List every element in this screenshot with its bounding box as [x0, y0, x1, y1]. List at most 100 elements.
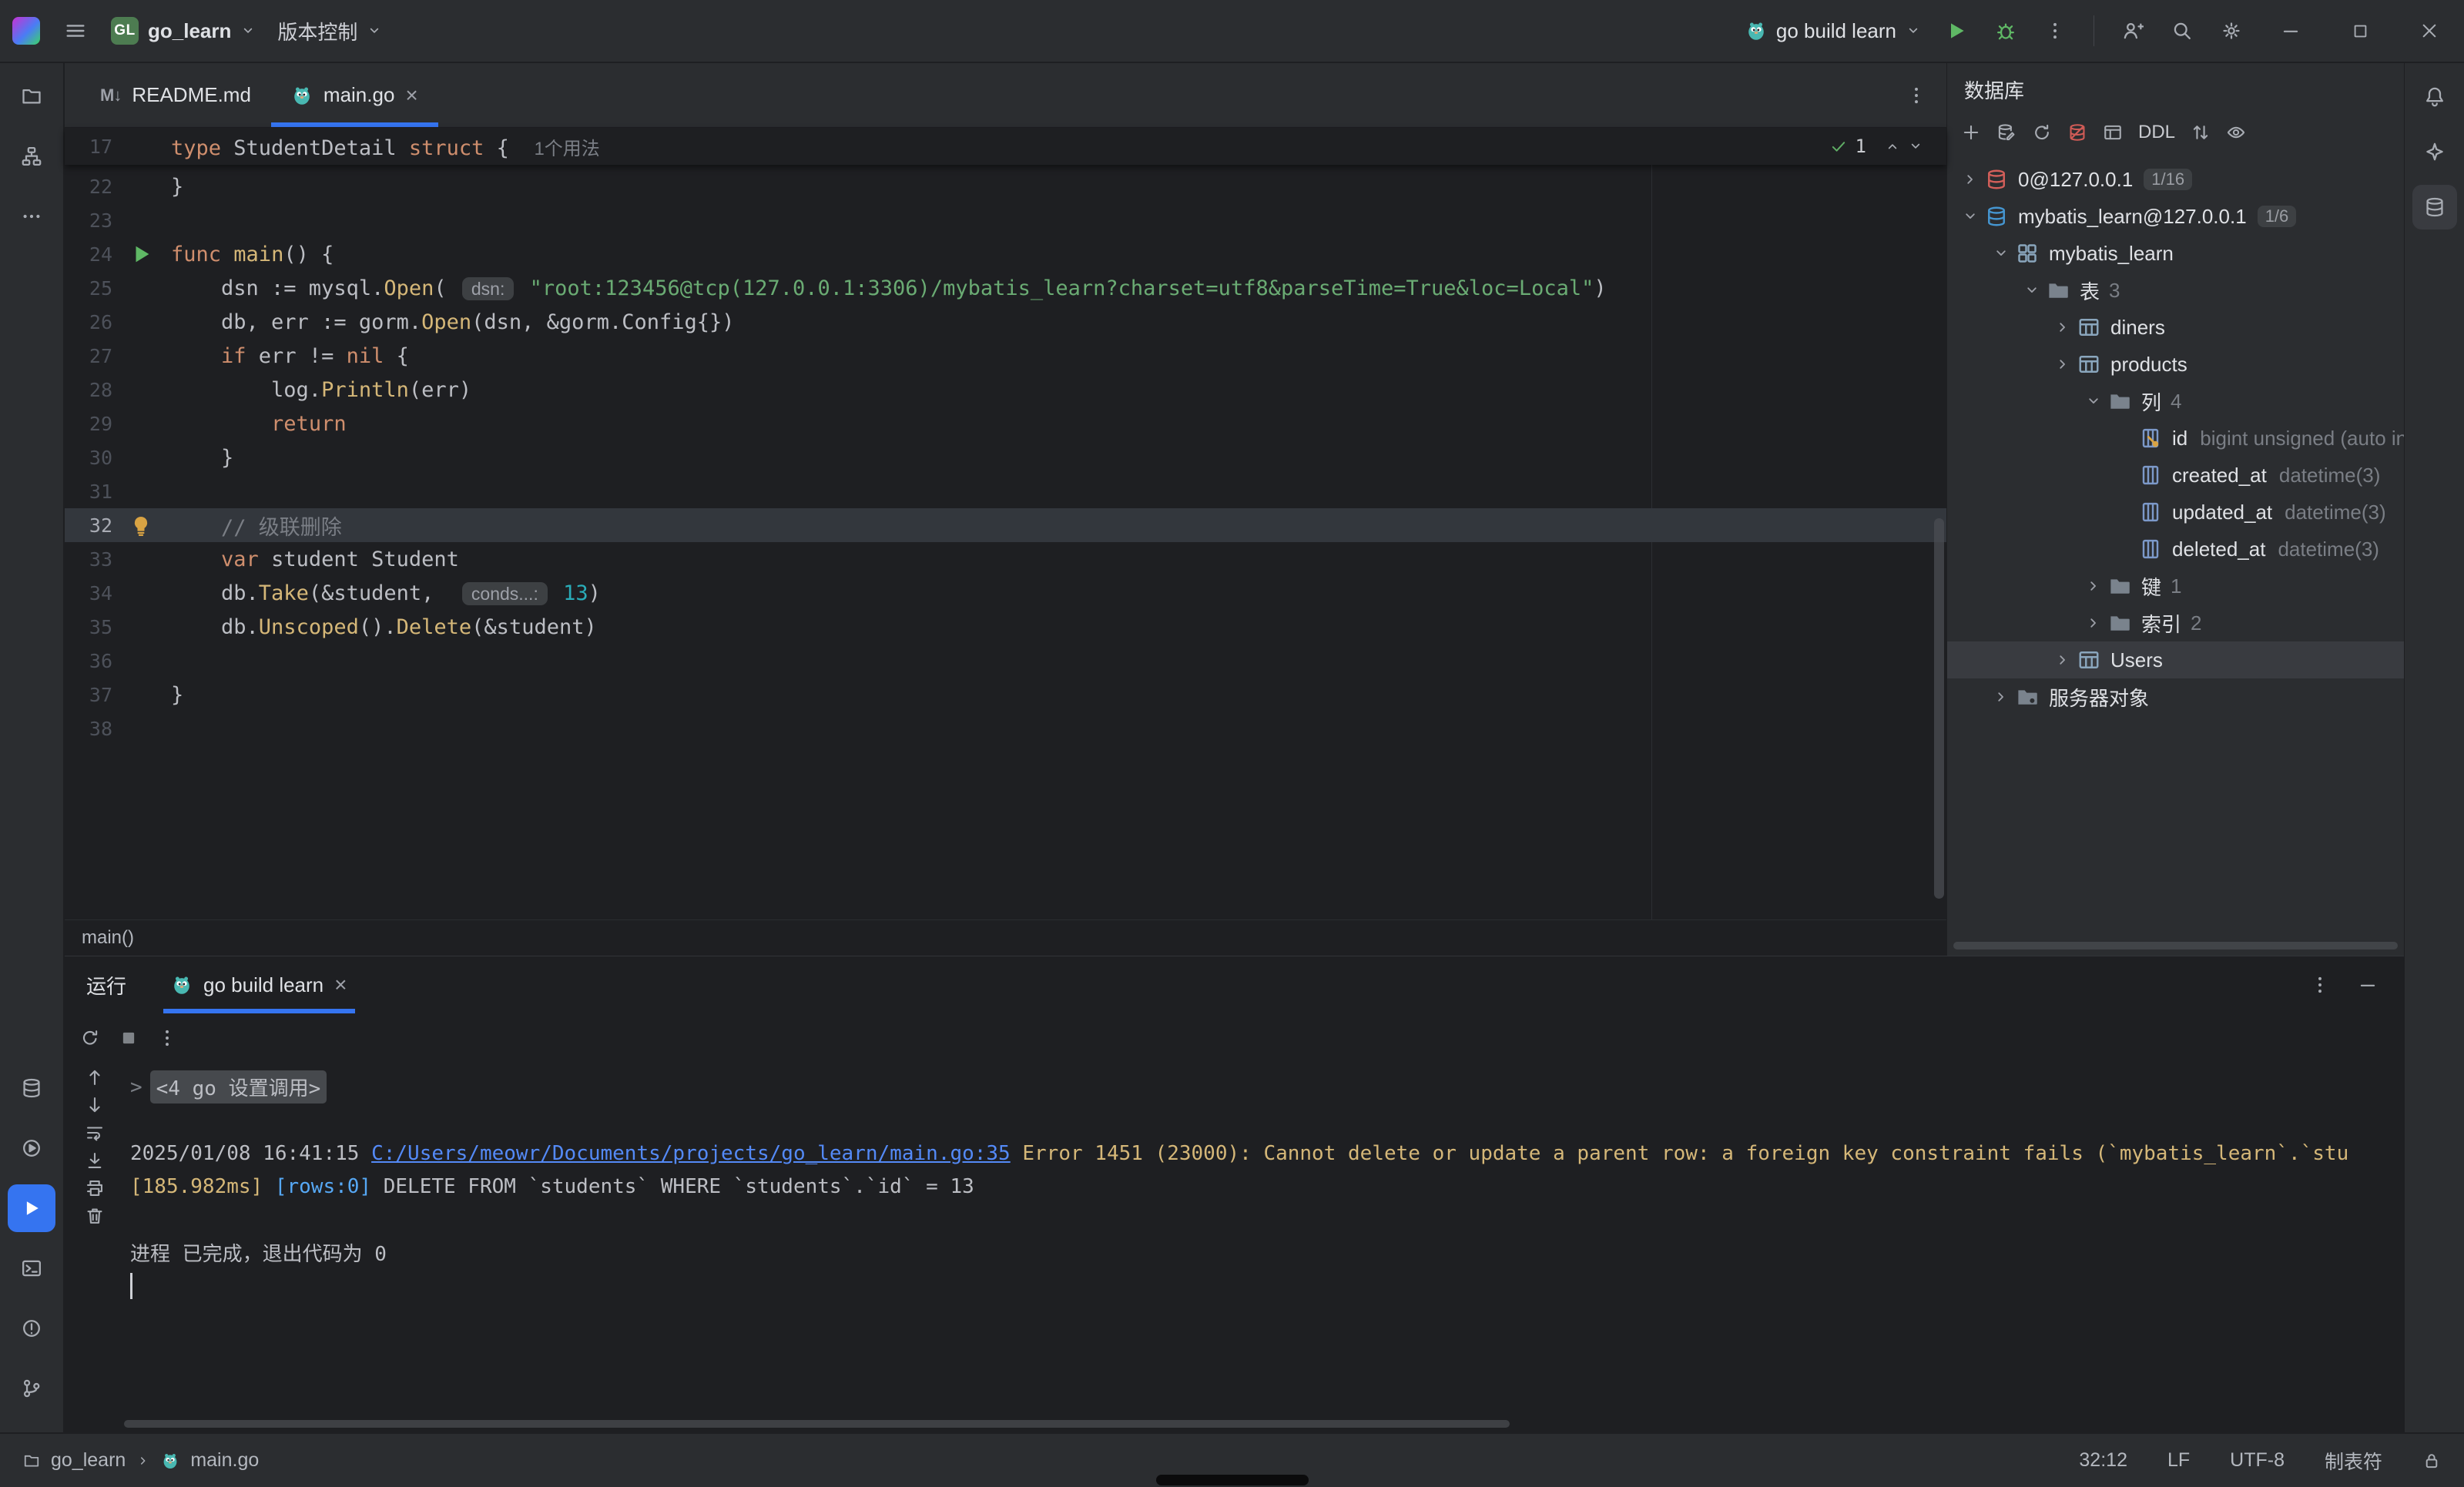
statusbar-file[interactable]: main.go	[190, 1449, 259, 1472]
db-tree-row-Users[interactable]: Users	[1947, 641, 2404, 678]
add-datasource-icon[interactable]	[1961, 122, 1981, 142]
project-toolwindow-button[interactable]	[8, 72, 55, 120]
console-line-6[interactable]	[130, 1269, 2404, 1302]
database-hscrollbar[interactable]	[1953, 942, 2398, 949]
chevron-down-icon[interactable]	[1989, 245, 2013, 262]
compare-icon[interactable]	[2191, 122, 2211, 142]
rerun-icon[interactable]	[80, 1028, 100, 1048]
notifications-button[interactable]	[2412, 74, 2457, 119]
chevron-right-icon[interactable]	[1989, 688, 2013, 705]
breadcrumb-item[interactable]: main()	[82, 927, 134, 949]
chevron-right-icon[interactable]	[2050, 319, 2075, 336]
datasource-properties-icon[interactable]	[1996, 122, 2016, 142]
editor-tab-options[interactable]	[1906, 63, 1946, 127]
code-line-37[interactable]: 37}	[65, 678, 1946, 712]
ddl-button[interactable]: DDL	[2138, 122, 2175, 143]
settings-button[interactable]	[2207, 6, 2256, 55]
scroll-to-end-icon[interactable]	[85, 1150, 105, 1171]
print-icon[interactable]	[85, 1178, 105, 1198]
encoding[interactable]: UTF-8	[2230, 1449, 2285, 1472]
code-line-32[interactable]: 32 // 级联删除	[65, 508, 1946, 542]
code-line-34[interactable]: 34 db.Take(&student, conds...: 13)	[65, 576, 1946, 610]
close-tab-icon[interactable]: ×	[334, 974, 347, 996]
db-tree-row-服务器对象[interactable]: 服务器对象	[1947, 678, 2404, 715]
breadcrumb[interactable]: main()	[65, 919, 1946, 956]
editor-scrollbar[interactable]	[1934, 518, 1944, 899]
db-tree-row-diners[interactable]: diners	[1947, 309, 2404, 346]
run-panel-title[interactable]: 运行	[86, 956, 126, 1013]
run-line-icon[interactable]	[112, 243, 171, 266]
chevron-right-icon[interactable]	[2081, 578, 2106, 594]
run-tab[interactable]: go build learn ×	[163, 956, 354, 1013]
code-line-22[interactable]: 22}	[65, 169, 1946, 203]
search-everywhere-button[interactable]	[2157, 6, 2207, 55]
code-area[interactable]: 22}2324func main() {25 dsn := mysql.Open…	[65, 165, 1946, 919]
chevron-right-icon[interactable]	[2050, 651, 2075, 668]
intention-bulb-icon[interactable]	[129, 514, 153, 543]
lock-icon[interactable]	[2422, 1452, 2441, 1470]
db-tree-row-id[interactable]: idbigint unsigned (auto in	[1947, 420, 2404, 457]
indent-style[interactable]: 制表符	[2325, 1447, 2382, 1475]
code-line-25[interactable]: 25 dsn := mysql.Open( dsn: "root:123456@…	[65, 271, 1946, 305]
console-line-5[interactable]: 进程 已完成，退出代码为 0	[130, 1236, 2404, 1269]
soft-wrap-icon[interactable]	[85, 1123, 105, 1143]
code-line-36[interactable]: 36	[65, 644, 1946, 678]
kebab-icon[interactable]	[2310, 975, 2330, 995]
console-line-2[interactable]: 2025/01/08 16:41:15 C:/Users/meowr/Docum…	[130, 1137, 2404, 1170]
token-link[interactable]: C:/Users/meowr/Documents/projects/go_lea…	[371, 1142, 1011, 1165]
code-line-38[interactable]: 38	[65, 712, 1946, 745]
statusbar-project[interactable]: go_learn	[51, 1449, 126, 1472]
run-toolwindow-button[interactable]	[8, 1184, 55, 1232]
console-line-0[interactable]: ><4 go 设置调用>	[130, 1070, 2404, 1104]
git-toolwindow-button[interactable]	[8, 1365, 55, 1412]
db-tree-row-products[interactable]: products	[1947, 346, 2404, 383]
caret-position[interactable]: 32:12	[2079, 1449, 2127, 1472]
app-logo-icon[interactable]	[12, 17, 40, 45]
line-ending[interactable]: LF	[2167, 1449, 2190, 1472]
vcs-widget[interactable]: 版本控制	[267, 8, 393, 54]
services-toolwindow-button[interactable]	[8, 1064, 55, 1112]
chevron-right-icon[interactable]	[2081, 615, 2106, 631]
project-widget[interactable]: GL go_learn	[100, 8, 267, 54]
structure-toolwindow-button[interactable]	[8, 132, 55, 180]
kebab-icon[interactable]	[157, 1028, 177, 1048]
code-line-23[interactable]: 23	[65, 203, 1946, 237]
chevron-down-icon[interactable]	[1958, 208, 1983, 225]
problems-toolwindow-button[interactable]	[8, 1304, 55, 1352]
window-maximize-button[interactable]	[2325, 0, 2395, 62]
prev-arrow-icon[interactable]	[1885, 139, 1900, 154]
run-button[interactable]	[1932, 6, 1981, 55]
next-arrow-icon[interactable]	[1908, 139, 1923, 154]
code-line-24[interactable]: 24func main() {	[65, 237, 1946, 271]
more-toolwindows-button[interactable]	[8, 193, 55, 240]
main-menu-button[interactable]	[51, 6, 100, 55]
db-tree-row-mybatis_learn[interactable]: mybatis_learn	[1947, 235, 2404, 272]
code-line-27[interactable]: 27 if err != nil {	[65, 339, 1946, 373]
chevron-down-icon[interactable]	[2020, 282, 2044, 299]
tab-main-go[interactable]: main.go ×	[271, 63, 438, 127]
db-tree-row-键[interactable]: 键1	[1947, 568, 2404, 605]
code-line-29[interactable]: 29 return	[65, 407, 1946, 440]
db-tree-row-索引[interactable]: 索引2	[1947, 605, 2404, 641]
db-tree-row-列[interactable]: 列4	[1947, 383, 2404, 420]
eye-icon[interactable]	[2226, 122, 2246, 142]
run-config-widget[interactable]: go build learn	[1735, 8, 1932, 54]
db-tree-row-updated_at[interactable]: updated_atdatetime(3)	[1947, 494, 2404, 531]
close-tab-icon[interactable]: ×	[405, 85, 417, 106]
table-view-icon[interactable]	[2103, 122, 2123, 142]
window-minimize-button[interactable]	[2256, 0, 2325, 62]
database-toolwindow-button[interactable]	[2412, 185, 2457, 229]
inspections-widget[interactable]: 1	[1829, 136, 1946, 157]
code-line-33[interactable]: 33 var student Student	[65, 542, 1946, 576]
hide-panel-icon[interactable]	[2358, 975, 2378, 995]
console-line-1[interactable]	[130, 1104, 2404, 1137]
code-line-35[interactable]: 35 db.Unscoped().Delete(&student)	[65, 610, 1946, 644]
up-arrow-icon[interactable]	[85, 1067, 105, 1087]
code-line-26[interactable]: 26 db, err := gorm.Open(dsn, &gorm.Confi…	[65, 305, 1946, 339]
db-tree-row-表[interactable]: 表3	[1947, 272, 2404, 309]
tab-readme[interactable]: M↓ README.md	[80, 63, 271, 127]
chevron-right-icon[interactable]	[1958, 171, 1983, 188]
console-hscrollbar[interactable]	[124, 1420, 1510, 1428]
console-line-3[interactable]: [185.982ms] [rows:0] DELETE FROM `studen…	[130, 1170, 2404, 1203]
sticky-line[interactable]: 17 type StudentDetail struct { 1个用法 1	[65, 128, 1946, 165]
